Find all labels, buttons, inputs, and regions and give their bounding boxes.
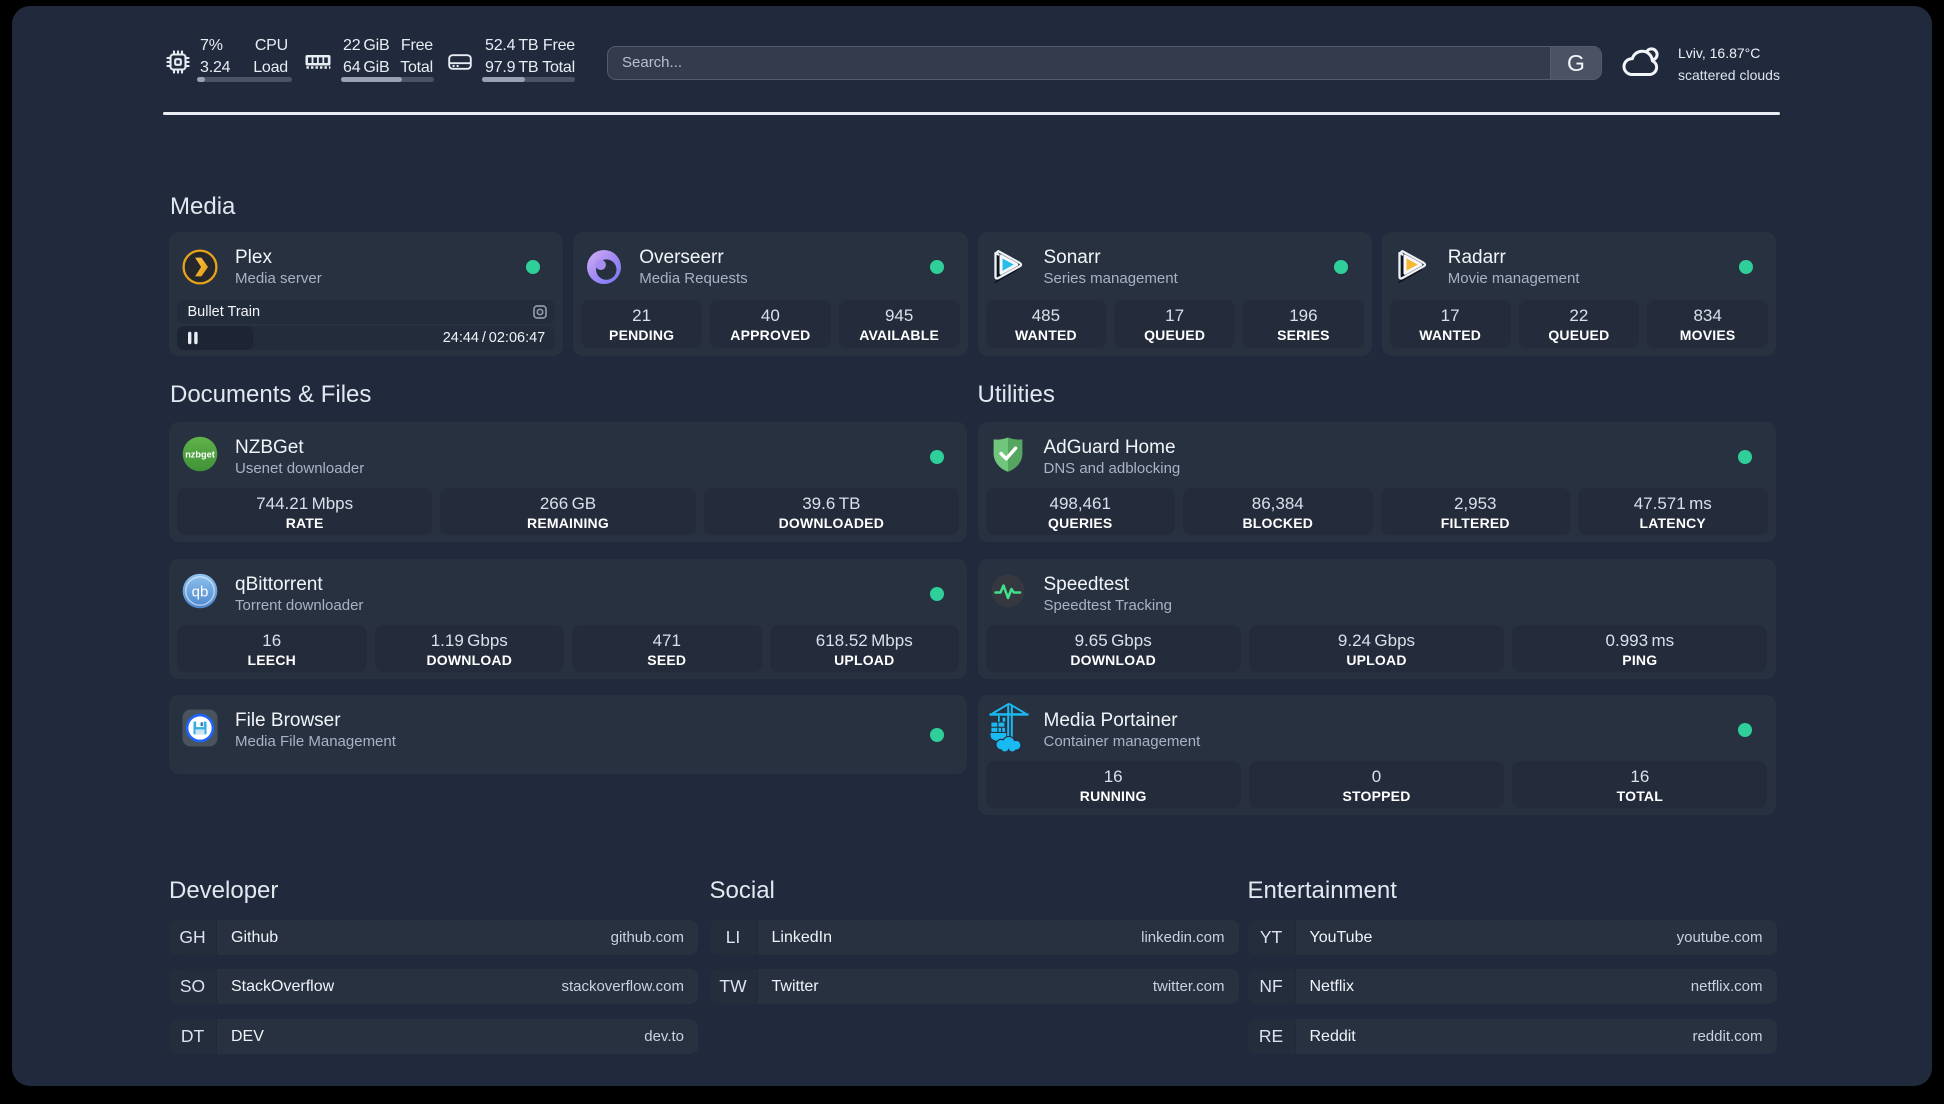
svg-text:nzbget: nzbget [185, 450, 215, 460]
svg-text:qb: qb [192, 583, 209, 600]
